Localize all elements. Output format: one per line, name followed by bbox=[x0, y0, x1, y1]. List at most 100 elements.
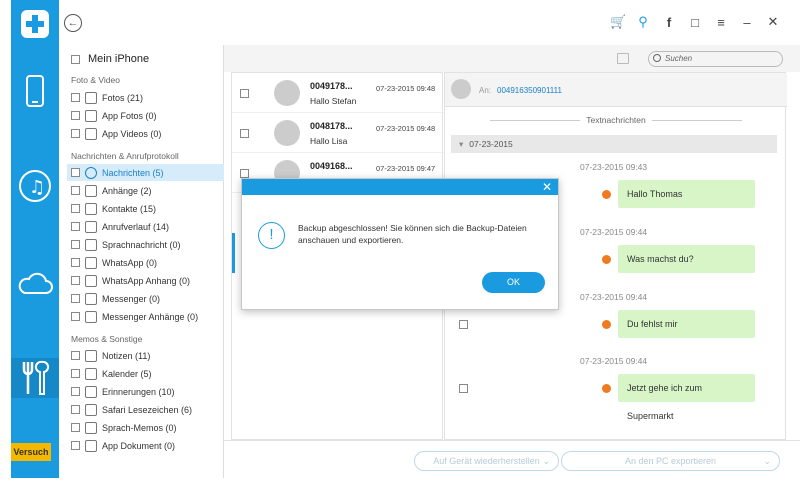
checkbox[interactable] bbox=[71, 312, 80, 321]
sidebar-item-photos[interactable]: Fotos (21) bbox=[67, 89, 224, 106]
back-icon[interactable]: ← bbox=[64, 14, 82, 32]
sidebar-item-label: Anhänge (2) bbox=[102, 185, 152, 196]
tools-icon[interactable] bbox=[11, 358, 59, 398]
message-bubble: Was machst du? bbox=[618, 245, 755, 273]
reminders-icon bbox=[85, 385, 97, 398]
sidebar-item-app-documents[interactable]: App Dokument (0) bbox=[67, 437, 224, 454]
checkbox[interactable] bbox=[71, 240, 80, 249]
sidebar-item-reminders[interactable]: Erinnerungen (10) bbox=[67, 383, 224, 400]
phone-icon[interactable] bbox=[11, 72, 59, 110]
checkbox[interactable] bbox=[71, 258, 80, 267]
export-button[interactable]: An den PC exportieren ⌄ bbox=[561, 451, 780, 471]
avatar bbox=[274, 120, 300, 146]
calendar-icon bbox=[85, 367, 97, 380]
music-icon[interactable]: ♫ bbox=[11, 167, 59, 205]
message-date: 07-23-2015 09:47 bbox=[376, 164, 436, 173]
sidebar-item-messages[interactable]: Nachrichten (5) bbox=[67, 164, 224, 181]
checkbox[interactable] bbox=[71, 222, 80, 231]
sidebar-item-voicemail[interactable]: Sprachnachricht (0) bbox=[67, 236, 224, 253]
close-icon[interactable]: ✕ bbox=[542, 180, 552, 194]
sidebar-item-label: Kontakte (15) bbox=[102, 203, 157, 214]
checkbox[interactable] bbox=[71, 423, 80, 432]
restore-button[interactable]: Auf Gerät wiederherstellen ⌄ bbox=[414, 451, 559, 471]
backup-complete-dialog: ✕ ! Backup abgeschlossen! Sie können sic… bbox=[241, 178, 559, 310]
sidebar-item-safari-bookmarks[interactable]: Safari Lesezeichen (6) bbox=[67, 401, 224, 418]
checkbox[interactable] bbox=[71, 405, 80, 414]
selected-row-indicator bbox=[232, 233, 235, 273]
collapse-arrow-icon: ▾ bbox=[459, 139, 464, 149]
sidebar-item-label: Erinnerungen (10) bbox=[102, 386, 175, 397]
message-timestamp: 07-23-2015 09:43 bbox=[580, 162, 648, 172]
device-checkbox[interactable] bbox=[71, 54, 80, 64]
safari-icon bbox=[85, 403, 97, 416]
sidebar-item-voice-memos[interactable]: Sprach-Memos (0) bbox=[67, 419, 224, 436]
sidebar-item-app-videos[interactable]: App Videos (0) bbox=[67, 125, 224, 142]
action-bar: Auf Gerät wiederherstellen ⌄ An den PC ex… bbox=[224, 440, 800, 478]
checkbox[interactable] bbox=[71, 111, 80, 120]
chevron-down-icon: ⌄ bbox=[542, 456, 550, 466]
close-icon[interactable]: ✕ bbox=[766, 14, 780, 30]
message-checkbox[interactable] bbox=[459, 384, 468, 393]
row-checkbox[interactable] bbox=[240, 129, 249, 138]
message-checkbox[interactable] bbox=[459, 320, 468, 329]
print-icon[interactable] bbox=[617, 53, 629, 64]
sidebar-item-whatsapp[interactable]: WhatsApp (0) bbox=[67, 254, 224, 271]
message-date: 07-23-2015 09:48 bbox=[376, 124, 436, 133]
sidebar-item-notes[interactable]: Notizen (11) bbox=[67, 347, 224, 364]
checkbox[interactable] bbox=[71, 351, 80, 360]
warning-icon bbox=[602, 384, 611, 393]
trial-badge[interactable]: Versuch bbox=[11, 443, 51, 461]
list-item[interactable]: 0048178... Hallo Lisa 07-23-2015 09:48 bbox=[232, 113, 444, 153]
warning-icon bbox=[602, 190, 611, 199]
photos-icon bbox=[85, 91, 97, 104]
search-input[interactable]: Suchen bbox=[648, 51, 783, 67]
checkbox[interactable] bbox=[71, 387, 80, 396]
sidebar-item-label: Kalender (5) bbox=[102, 368, 152, 379]
checkbox[interactable] bbox=[71, 93, 80, 102]
sidebar-item-label: App Videos (0) bbox=[102, 128, 162, 139]
checkbox[interactable] bbox=[71, 186, 80, 195]
sidebar-item-messenger[interactable]: Messenger (0) bbox=[67, 290, 224, 307]
row-checkbox[interactable] bbox=[240, 89, 249, 98]
cart-icon[interactable]: 🛒 bbox=[610, 14, 626, 30]
facebook-icon[interactable]: f bbox=[662, 15, 676, 30]
attachments-icon bbox=[85, 184, 97, 197]
recipient-label: An: bbox=[479, 86, 492, 95]
message-timestamp: 07-23-2015 09:44 bbox=[580, 227, 648, 237]
checkbox[interactable] bbox=[71, 441, 80, 450]
sidebar-item-attachments[interactable]: Anhänge (2) bbox=[67, 182, 224, 199]
section-title: Textnachrichten bbox=[445, 115, 787, 125]
avatar bbox=[274, 80, 300, 106]
conversation-header: An: 004916350901111 bbox=[445, 73, 787, 107]
sidebar-item-messenger-attachments[interactable]: Messenger Anhänge (0) bbox=[67, 308, 224, 325]
row-checkbox[interactable] bbox=[240, 169, 249, 178]
message-date: 07-23-2015 09:48 bbox=[376, 84, 436, 93]
menu-icon[interactable]: ≡ bbox=[714, 15, 728, 30]
sidebar-item-contacts[interactable]: Kontakte (15) bbox=[67, 200, 224, 217]
cloud-icon[interactable] bbox=[11, 268, 59, 298]
sidebar-item-calendar[interactable]: Kalender (5) bbox=[67, 365, 224, 382]
app-videos-icon bbox=[85, 127, 97, 140]
sidebar-item-app-photos[interactable]: App Fotos (0) bbox=[67, 107, 224, 124]
checkbox[interactable] bbox=[71, 129, 80, 138]
checkbox[interactable] bbox=[71, 369, 80, 378]
sidebar-item-whatsapp-attachment[interactable]: WhatsApp Anhang (0) bbox=[67, 272, 224, 289]
chevron-down-icon: ⌄ bbox=[763, 456, 771, 466]
notes-icon bbox=[85, 349, 97, 362]
key-icon[interactable]: ⚲ bbox=[636, 14, 650, 30]
checkbox[interactable] bbox=[71, 294, 80, 303]
app-photos-icon bbox=[85, 109, 97, 122]
checkbox[interactable] bbox=[71, 276, 80, 285]
section-media: Foto & Video bbox=[71, 75, 120, 85]
chat-icon[interactable]: □ bbox=[688, 15, 702, 30]
checkbox[interactable] bbox=[71, 204, 80, 213]
sidebar-item-label: Fotos (21) bbox=[102, 92, 144, 103]
list-item[interactable]: 0049178... Hallo Stefan 07-23-2015 09:48 bbox=[232, 73, 444, 113]
ok-button[interactable]: OK bbox=[482, 272, 545, 293]
search-placeholder: Suchen bbox=[665, 54, 693, 63]
minimize-icon[interactable]: – bbox=[740, 15, 754, 30]
sidebar-item-call-log[interactable]: Anrufverlauf (14) bbox=[67, 218, 224, 235]
date-group[interactable]: ▾ 07-23-2015 bbox=[451, 135, 777, 153]
checkbox[interactable] bbox=[71, 168, 80, 177]
warning-icon bbox=[602, 255, 611, 264]
